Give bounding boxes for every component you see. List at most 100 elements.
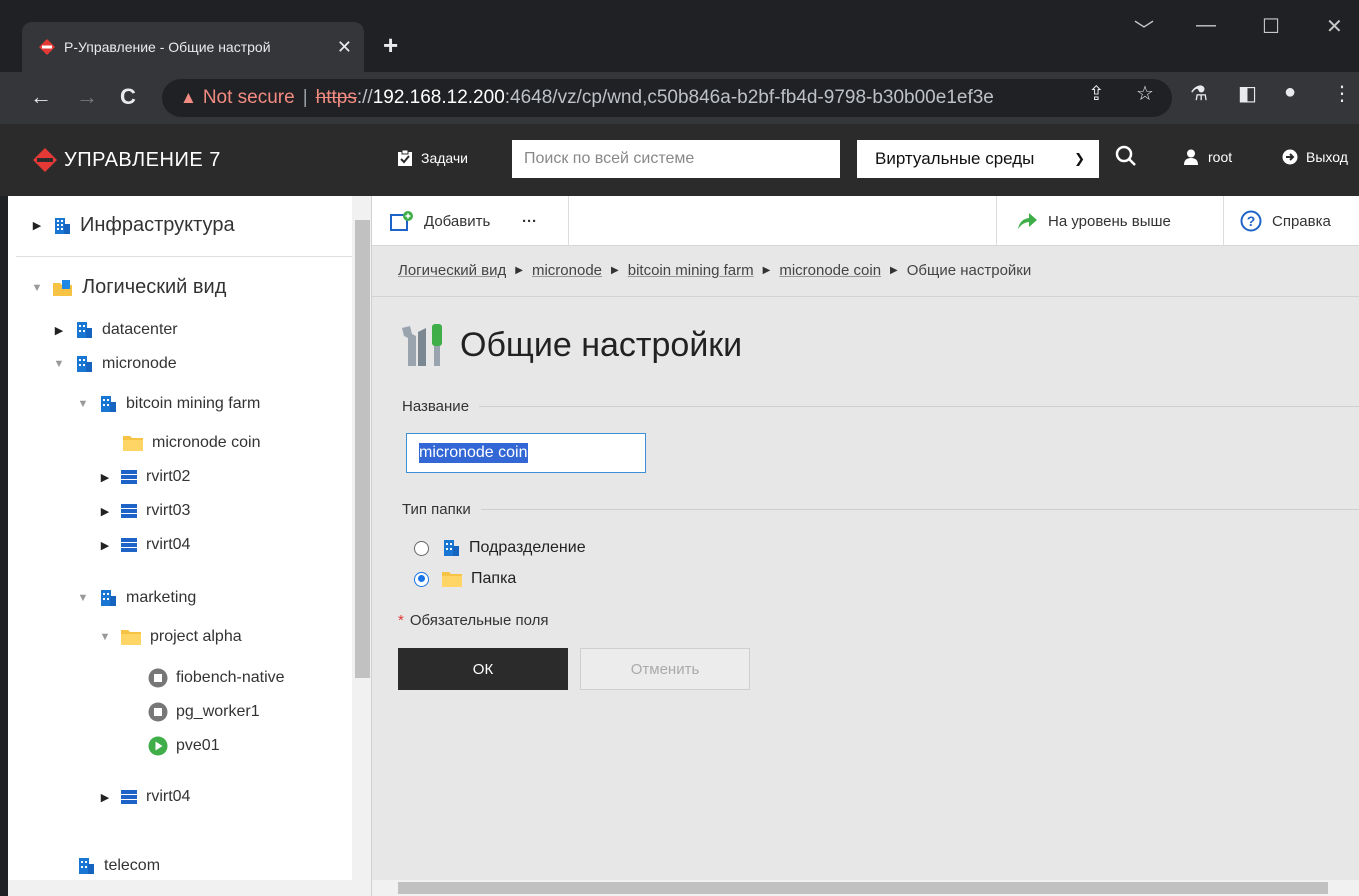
- up-level-button[interactable]: На уровень выше: [1016, 196, 1171, 246]
- back-icon[interactable]: ←: [30, 84, 52, 110]
- bookmark-star-icon[interactable]: ☆: [1136, 81, 1154, 106]
- settings-tools-icon: [402, 324, 442, 366]
- search-icon[interactable]: [1114, 144, 1138, 168]
- help-icon: ?: [1240, 210, 1262, 232]
- browser-tab[interactable]: Р-Управление - Общие настрой ✕: [22, 22, 364, 72]
- radio-folder[interactable]: Папка: [414, 570, 516, 588]
- tree-label: marketing: [126, 589, 197, 606]
- tree-vertical-scrollbar[interactable]: [352, 196, 371, 896]
- tree-item-infrastructure[interactable]: ▶ Инфраструктура: [30, 214, 235, 237]
- collapse-arrow-icon[interactable]: ▼: [76, 592, 90, 604]
- new-tab-button[interactable]: +: [383, 30, 398, 61]
- breadcrumb: Логический вид ▶ micronode ▶ bitcoin min…: [398, 262, 1031, 279]
- breadcrumb-current: Общие настройки: [906, 262, 1032, 279]
- global-search-input[interactable]: [512, 140, 840, 178]
- scrollbar-thumb[interactable]: [398, 882, 1328, 894]
- server-icon: [120, 536, 138, 554]
- side-panel-icon[interactable]: ◧: [1238, 81, 1257, 106]
- tree-item-rvirt03[interactable]: ▶ rvirt03: [98, 502, 191, 520]
- collapse-arrow-icon[interactable]: ▼: [76, 398, 90, 410]
- tree-item-pg-worker1[interactable]: pg_worker1: [148, 702, 260, 722]
- name-input[interactable]: micronode coin: [406, 433, 646, 473]
- tree-item-rvirt04[interactable]: ▶ rvirt04: [98, 536, 191, 554]
- tree-item-telecom[interactable]: telecom: [76, 856, 160, 876]
- tree-item-fiobench-native[interactable]: fiobench-native: [148, 668, 285, 688]
- tree-divider: [16, 256, 352, 257]
- tree-item-micronode-coin[interactable]: micronode coin: [122, 434, 261, 452]
- scope-select-value: Виртуальные среды: [875, 149, 1035, 168]
- app-header: УПРАВЛЕНИЕ 7 Задачи Виртуальные среды ❯ …: [0, 124, 1359, 196]
- forward-icon[interactable]: →: [76, 84, 98, 110]
- breadcrumb-item[interactable]: bitcoin mining farm: [628, 262, 754, 279]
- tree-item-rvirt04-marketing[interactable]: ▶ rvirt04: [98, 788, 191, 806]
- maximize-icon[interactable]: ☐: [1262, 14, 1280, 39]
- share-icon[interactable]: ⇪: [1088, 81, 1105, 106]
- tree-label: pg_worker1: [176, 703, 260, 720]
- expand-arrow-icon[interactable]: ▶: [98, 539, 112, 552]
- add-label: Добавить: [424, 212, 491, 230]
- user-icon: [1184, 149, 1198, 165]
- profile-avatar-icon[interactable]: ●: [1284, 81, 1296, 104]
- tasks-button[interactable]: Задачи: [397, 149, 468, 167]
- scope-select[interactable]: Виртуальные среды ❯: [857, 140, 1099, 178]
- breadcrumb-item[interactable]: micronode coin: [779, 262, 881, 279]
- minimize-icon[interactable]: —: [1196, 14, 1216, 37]
- scrollbar-thumb[interactable]: [355, 220, 370, 678]
- tree-item-micronode[interactable]: ▼ micronode: [52, 354, 177, 374]
- browser-menu-icon[interactable]: ⋮: [1332, 81, 1352, 106]
- building-icon: [76, 856, 96, 876]
- expand-arrow-icon[interactable]: ▶: [98, 505, 112, 518]
- url-separator: |: [302, 87, 308, 108]
- server-icon: [120, 788, 138, 806]
- logout-button[interactable]: Выход: [1282, 149, 1348, 165]
- tree-item-logical-view[interactable]: ▼ Логический вид: [30, 276, 227, 299]
- folder-icon: [441, 570, 463, 588]
- tree-horizontal-scrollbar[interactable]: [8, 880, 352, 896]
- server-icon: [120, 502, 138, 520]
- server-icon: [120, 468, 138, 486]
- cancel-button[interactable]: Отменить: [580, 648, 750, 690]
- app-logo[interactable]: УПРАВЛЕНИЕ 7: [32, 147, 221, 173]
- help-button[interactable]: ? Справка: [1240, 196, 1331, 246]
- close-window-icon[interactable]: ✕: [1326, 14, 1343, 39]
- building-icon: [441, 538, 461, 558]
- ok-button[interactable]: ОК: [398, 648, 568, 690]
- vm-running-icon: [148, 736, 168, 756]
- collapse-arrow-icon[interactable]: ▼: [98, 631, 112, 643]
- expand-arrow-icon[interactable]: ▶: [52, 324, 66, 337]
- radio-button[interactable]: [414, 540, 429, 556]
- breadcrumb-item[interactable]: Логический вид: [398, 262, 506, 279]
- reload-icon[interactable]: C: [120, 84, 136, 110]
- tree-item-datacenter[interactable]: ▶ datacenter: [52, 320, 178, 340]
- tree-item-bitcoin-mining-farm[interactable]: ▼ bitcoin mining farm: [76, 394, 260, 414]
- add-button[interactable]: Добавить: [390, 196, 490, 246]
- tab-close-icon[interactable]: ✕: [337, 37, 352, 58]
- tree-item-pve01[interactable]: pve01: [148, 736, 220, 756]
- labs-flask-icon[interactable]: ⚗: [1190, 81, 1208, 106]
- page-title-text: Общие настройки: [460, 325, 743, 364]
- more-actions-button[interactable]: ···: [522, 196, 537, 246]
- folder-icon: [120, 628, 142, 646]
- tree-item-project-alpha[interactable]: ▼ project alpha: [98, 628, 242, 646]
- expand-arrow-icon[interactable]: ▶: [98, 791, 112, 804]
- collapse-arrow-icon[interactable]: ▼: [30, 282, 44, 294]
- radio-button-selected[interactable]: [414, 571, 429, 587]
- logo-text: УПРАВЛЕНИЕ 7: [64, 148, 221, 171]
- tree-label: fiobench-native: [176, 669, 285, 686]
- breadcrumb-item[interactable]: micronode: [532, 262, 602, 279]
- expand-arrow-icon[interactable]: ▶: [98, 471, 112, 484]
- help-label: Справка: [1272, 212, 1331, 230]
- breadcrumb-divider: [372, 296, 1359, 297]
- name-fieldset-legend: Название: [402, 398, 1359, 415]
- address-bar[interactable]: ▲ Not secure | https :// 192.168.12.200 …: [162, 79, 1172, 117]
- tree-item-rvirt02[interactable]: ▶ rvirt02: [98, 468, 191, 486]
- user-menu[interactable]: root: [1184, 149, 1232, 165]
- tab-search-icon[interactable]: ﹀: [1134, 14, 1154, 43]
- tree-item-marketing[interactable]: ▼ marketing: [76, 588, 196, 608]
- tree-label: rvirt03: [146, 502, 191, 519]
- radio-division[interactable]: Подразделение: [414, 538, 586, 558]
- content-horizontal-scrollbar[interactable]: [372, 880, 1359, 896]
- expand-arrow-icon[interactable]: ▶: [30, 219, 44, 232]
- toolbar-divider: [996, 196, 997, 246]
- collapse-arrow-icon[interactable]: ▼: [52, 358, 66, 370]
